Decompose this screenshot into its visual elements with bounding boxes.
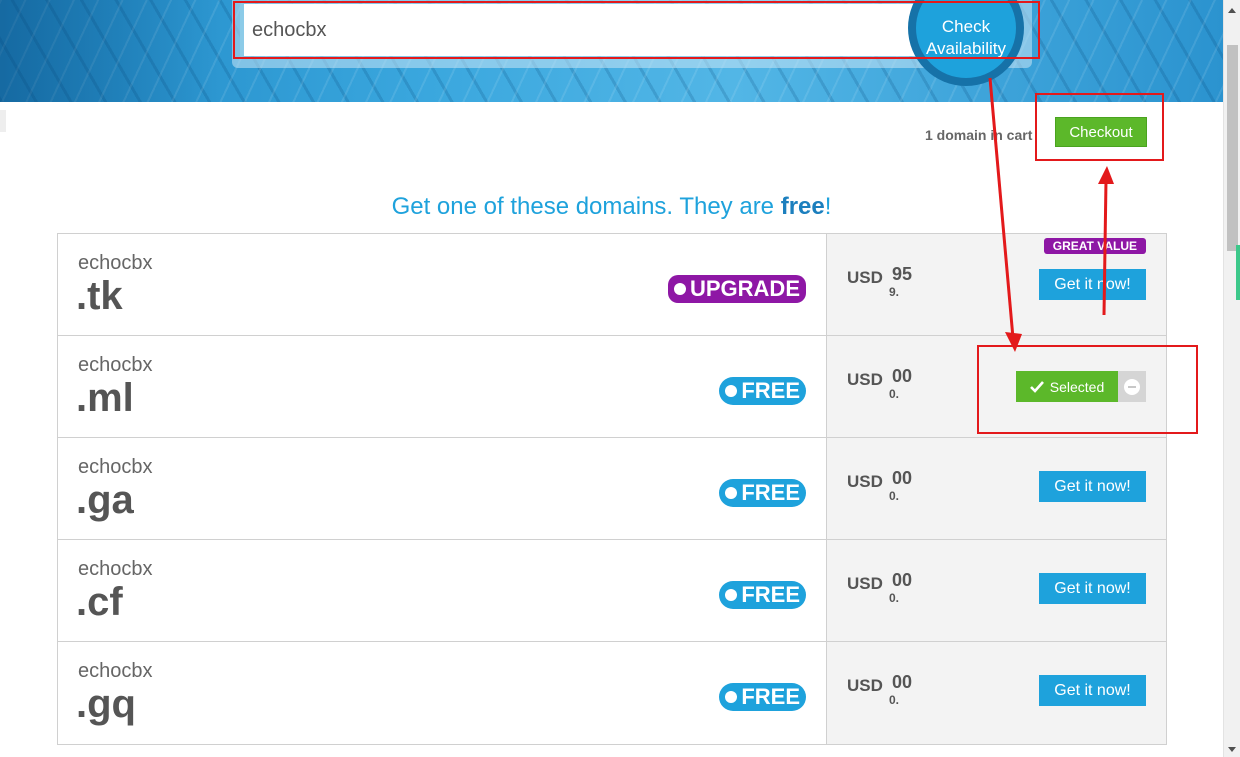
domain-price-cell: USD 00 0. Get it now! [827, 540, 1166, 641]
price-currency: USD [847, 472, 883, 491]
hero-shade [0, 0, 220, 102]
heading-emphasis: free [780, 193, 825, 220]
get-it-now-button-tk[interactable]: Get it now! [1039, 269, 1146, 300]
domain-sld: echocbx [78, 660, 153, 682]
cart-count: 1 domain in cart [925, 127, 1033, 143]
arrow-to-checkout-head [1098, 166, 1114, 184]
domain-row-ga: echocbx .ga FREE USD 00 0. Get it now! [58, 438, 1166, 540]
heading-prefix: Get one of these domains. They are [391, 193, 781, 220]
price-decimal: 00 [892, 366, 913, 386]
badge-dot-icon [725, 589, 738, 601]
get-it-now-button-cf[interactable]: Get it now! [1039, 573, 1146, 604]
free-badge: FREE [719, 479, 806, 507]
domain-row-ml: echocbx .ml FREE USD 00 0. Selected [58, 336, 1166, 438]
price-decimal: 95 [892, 264, 913, 284]
badge-dot-icon [725, 691, 738, 703]
free-badge: FREE [719, 377, 806, 405]
badge-dot-icon [725, 385, 738, 397]
scroll-up-icon[interactable] [1228, 8, 1236, 13]
domain-results-table: echocbx .tk UPGRADE USD 95 9. GREAT VALU… [57, 233, 1167, 745]
check-availability-label-line1: Check [941, 17, 991, 36]
get-it-now-button-gq[interactable]: Get it now! [1039, 675, 1146, 706]
page-heading: Get one of these domains. They are free! [0, 193, 1223, 221]
price-currency: USD [847, 268, 883, 287]
domain-price-cell: USD 00 0. Get it now! [827, 642, 1166, 744]
remove-from-cart-button[interactable] [1118, 371, 1146, 402]
side-indicator [1236, 245, 1240, 300]
domain-sld: echocbx [78, 252, 153, 274]
price-currency: USD [847, 574, 883, 593]
free-badge: FREE [719, 683, 806, 711]
domain-tld: .cf [76, 580, 123, 624]
domain-price-cell: USD 95 9. GREAT VALUE Get it now! [827, 234, 1166, 335]
domain-price-cell: USD 00 0. Get it now! [827, 438, 1166, 539]
price-integer: 0. [889, 693, 900, 707]
minus-circle-icon [1124, 378, 1140, 395]
scroll-thumb[interactable] [1227, 45, 1238, 251]
badge-label: FREE [741, 378, 800, 403]
badge-label: FREE [741, 582, 800, 607]
domain-sld: echocbx [78, 558, 153, 580]
selected-control: Selected [1016, 371, 1146, 402]
check-icon [1029, 380, 1044, 393]
price-currency: USD [847, 676, 883, 695]
domain-name-cell: echocbx .gq FREE [58, 642, 827, 744]
domain-name-cell: echocbx .ml FREE [58, 336, 827, 437]
free-badge: FREE [719, 581, 806, 609]
domain-sld: echocbx [78, 354, 153, 376]
domain-search-input[interactable] [240, 4, 940, 56]
domain-tld: .ga [76, 478, 134, 522]
domain-sld: echocbx [78, 456, 153, 478]
domain-tld: .ml [76, 376, 134, 420]
domain-name-cell: echocbx .cf FREE [58, 540, 827, 641]
domain-price-cell: USD 00 0. Selected [827, 336, 1166, 437]
badge-label: FREE [741, 684, 800, 709]
scroll-down-icon[interactable] [1228, 747, 1236, 752]
check-availability-label-line2: Availability [925, 39, 1006, 58]
badge-label: FREE [741, 480, 800, 505]
selected-label: Selected [1049, 378, 1105, 395]
domain-tld: .gq [76, 682, 136, 726]
price-integer: 0. [889, 489, 900, 503]
selected-button-ml[interactable]: Selected [1016, 371, 1118, 402]
price-decimal: 00 [892, 672, 913, 692]
domain-row-tk: echocbx .tk UPGRADE USD 95 9. GREAT VALU… [58, 234, 1166, 336]
domain-row-gq: echocbx .gq FREE USD 00 0. Get it now! [58, 642, 1166, 744]
get-it-now-button-ga[interactable]: Get it now! [1039, 471, 1146, 502]
badge-dot-icon [725, 487, 738, 499]
price-decimal: 00 [892, 468, 913, 488]
domain-tld: .tk [76, 274, 123, 318]
side-tab [0, 110, 6, 132]
upgrade-badge: UPGRADE [667, 275, 806, 303]
price-decimal: 00 [892, 570, 913, 590]
price-currency: USD [847, 370, 883, 389]
domain-row-cf: echocbx .cf FREE USD 00 0. Get it now! [58, 540, 1166, 642]
badge-dot-icon [673, 283, 686, 295]
page-scrollbar[interactable] [1223, 0, 1240, 757]
badge-label: UPGRADE [689, 276, 800, 301]
checkout-button[interactable]: Checkout [1055, 117, 1147, 147]
domain-name-cell: echocbx .tk UPGRADE [58, 234, 827, 335]
price-integer: 9. [889, 285, 900, 299]
domain-name-cell: echocbx .ga FREE [58, 438, 827, 539]
heading-suffix: ! [824, 193, 832, 220]
great-value-ribbon: GREAT VALUE [1043, 238, 1146, 254]
price-integer: 0. [889, 591, 900, 605]
price-integer: 0. [889, 387, 900, 401]
